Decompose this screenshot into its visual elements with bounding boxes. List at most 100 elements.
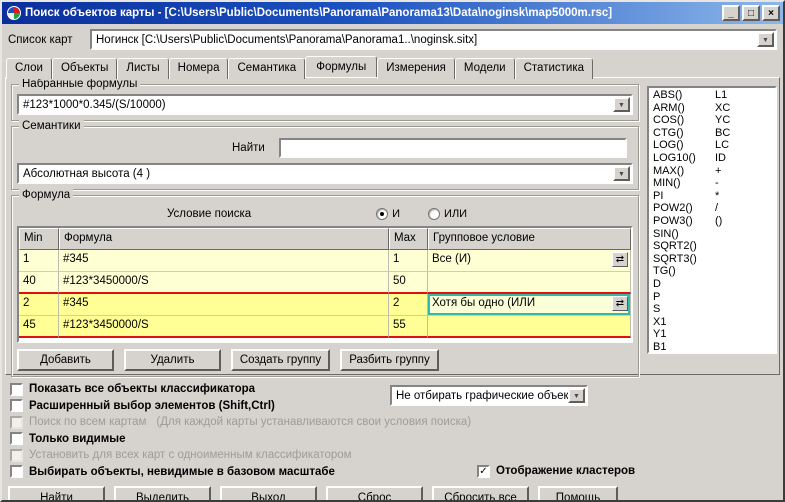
list-item[interactable]: SIN() [653,228,775,241]
list-item[interactable]: PI * [653,190,775,203]
checkbox-show-clusters[interactable]: ✓ [477,464,490,478]
radio-or[interactable] [428,207,441,220]
cell-min[interactable]: 1 [19,250,59,272]
cell-max[interactable]: 50 [389,272,428,294]
checkbox-select-invisible-objects[interactable] [10,465,23,479]
delete-button[interactable]: Удалить [124,349,221,371]
semantic-combobox[interactable]: Абсолютная высота (4 ) ▼ [17,163,633,184]
checkbox-label: Расширенный выбор элементов (Shift,Ctrl) [29,399,275,412]
formula-table: Min Формула Max Групповое условие 1 #345… [17,226,633,343]
checkbox-extended-selection[interactable] [10,399,23,413]
column-header-formula[interactable]: Формула [59,228,389,250]
checkbox-only-visible[interactable] [10,432,23,446]
cell-group-condition[interactable] [428,272,631,294]
tab-semantics[interactable]: Семантика [228,58,306,79]
checkbox-search-all-maps [10,415,23,429]
cell-min[interactable]: 2 [19,294,59,316]
list-item[interactable]: SQRT2() [653,240,775,253]
find-button[interactable]: Найти [8,486,105,500]
group-condition-button[interactable]: ⇄ [612,252,628,267]
chevron-down-icon[interactable]: ▼ [757,32,774,47]
map-object-search-window: Поиск объектов карты - [C:\Users\Public\… [0,0,785,502]
reset-button[interactable]: Сброс [326,486,423,500]
cell-group-condition[interactable]: Все (И) ⇄ [428,250,631,272]
cell-max[interactable]: 55 [389,316,428,338]
exit-button[interactable]: Выход [220,486,317,500]
title-bar: Поиск объектов карты - [C:\Users\Public\… [2,2,783,24]
list-item[interactable]: S [653,303,775,316]
select-button[interactable]: Выделить [114,486,211,500]
tab-layers[interactable]: Слои [6,58,52,79]
options-area: Показать все объекты классификатора Не о… [2,375,783,480]
tab-models[interactable]: Модели [454,58,515,79]
list-item[interactable]: TG() [653,265,775,278]
list-item[interactable]: COS() YC [653,114,775,127]
table-row: 1 #345 1 Все (И) ⇄ [19,250,631,272]
checkbox-label: Отображение кластеров [496,465,636,477]
cell-group-condition[interactable] [428,316,631,338]
checkbox-set-for-all-maps [10,448,23,462]
list-item[interactable]: MAX() + [653,165,775,178]
tab-numbers[interactable]: Номера [168,58,229,79]
list-item[interactable]: D [653,278,775,291]
column-header-group-condition[interactable]: Групповое условие [428,228,631,250]
chevron-down-icon[interactable]: ▼ [613,166,630,181]
formulas-tab-panel: Набранные формулы #123*1000*0.345/(S/100… [5,77,780,377]
checkbox-note: (Для каждой карты устанавливаются свои у… [156,416,472,429]
list-item[interactable]: SQRT3() [653,253,775,266]
column-header-min[interactable]: Min [19,228,59,250]
list-item[interactable]: P [653,291,775,304]
cell-max[interactable]: 2 [389,294,428,316]
chevron-down-icon[interactable]: ▼ [613,97,630,112]
create-group-button[interactable]: Создать группу [231,349,330,371]
list-item[interactable]: MIN() - [653,177,775,190]
formula-group-title: Формула [19,189,74,201]
table-header-row: Min Формула Max Групповое условие [19,228,631,250]
list-item[interactable]: LOG10() ID [653,152,775,165]
cell-group-condition-selected[interactable]: Хотя бы одно (ИЛИ ⇄ [428,294,631,316]
split-group-button[interactable]: Разбить группу [340,349,439,371]
app-icon [7,6,21,20]
functions-listbox[interactable]: ABS() L1 ARM() XC COS() YC CTG() BC LOG() LC … [647,86,777,354]
maximize-button[interactable]: □ [742,5,760,21]
tab-statistics[interactable]: Статистика [514,58,594,79]
formula-group: Формула Условие поиска И ИЛИ Min Формула… [11,189,639,377]
checkbox-label: Показать все объекты классификатора [29,383,256,396]
add-button[interactable]: Добавить [17,349,114,371]
help-button[interactable]: Помощь [538,486,618,500]
cell-formula[interactable]: #345 [59,294,389,316]
column-header-max[interactable]: Max [389,228,428,250]
minimize-button[interactable]: _ [722,5,740,21]
radio-and[interactable] [376,207,389,220]
formula-combobox[interactable]: #123*1000*0.345/(S/10000) ▼ [17,94,633,115]
cell-formula[interactable]: #123*3450000/S [59,272,389,294]
map-list-combobox[interactable]: Ногинск [C:\Users\Public\Documents\Panor… [90,29,777,50]
group-condition-button[interactable]: ⇄ [612,296,628,311]
list-item[interactable]: ABS() L1 [653,89,775,102]
list-item[interactable]: B1 [653,341,775,352]
map-list-label: Список карт [8,33,73,46]
tab-measurements[interactable]: Измерения [377,58,455,79]
list-item[interactable]: CTG() BC [653,127,775,140]
list-item[interactable]: X1 [653,316,775,329]
formula-combobox-value: #123*1000*0.345/(S/10000) [23,98,166,111]
cell-min[interactable]: 40 [19,272,59,294]
list-item[interactable]: ARM() XC [653,102,775,115]
tab-formulas[interactable]: Формулы [305,56,378,77]
list-item[interactable]: POW2() / [653,202,775,215]
list-item[interactable]: POW3()() [653,215,775,228]
list-item[interactable]: Y1 [653,328,775,341]
cell-formula[interactable]: #345 [59,250,389,272]
cell-max[interactable]: 1 [389,250,428,272]
tab-objects[interactable]: Объекты [51,58,118,79]
semantics-group-title: Семантики [19,120,84,132]
reset-all-button[interactable]: Сбросить все [432,486,529,500]
list-item[interactable]: LOG() LC [653,139,775,152]
tab-sheets[interactable]: Листы [117,58,169,79]
cell-min[interactable]: 45 [19,316,59,338]
find-input[interactable] [278,138,627,158]
cell-formula[interactable]: #123*3450000/S [59,316,389,338]
checkbox-show-all-classifier-objects[interactable] [10,382,23,396]
radio-or-label: ИЛИ [444,207,468,220]
close-button[interactable]: × [762,5,780,21]
